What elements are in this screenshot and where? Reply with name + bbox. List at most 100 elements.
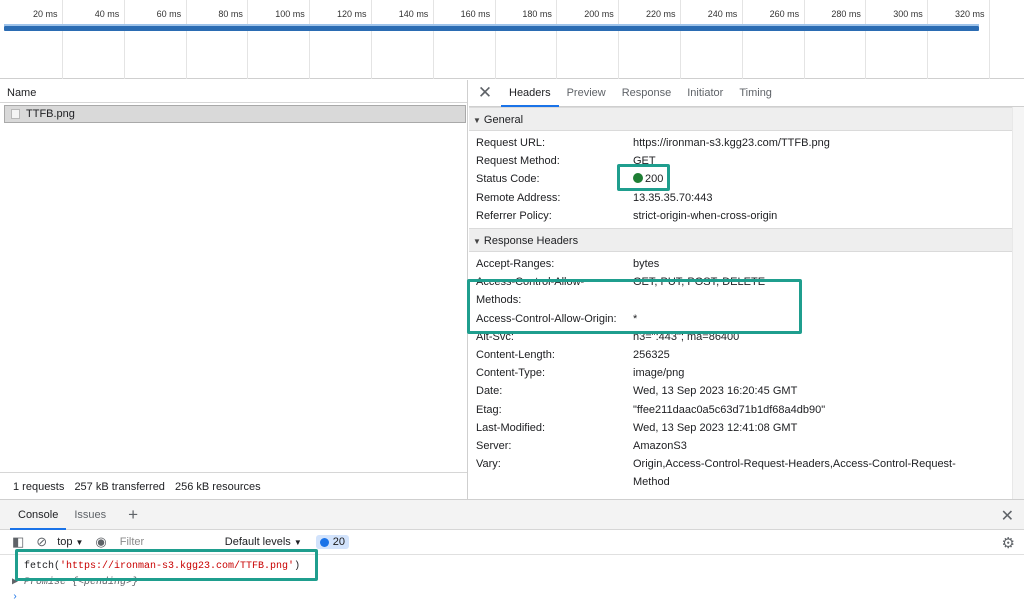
general-section-title: General (483, 114, 524, 126)
timeline-gridline (865, 0, 867, 79)
response-header-row: Access-Control-Allow-Methods: GET, PUT, … (469, 273, 1012, 309)
response-header-row: Access-Control-Allow-Origin: * (469, 310, 1012, 328)
timeline-gridline (62, 0, 63, 79)
header-key: Vary: (476, 458, 501, 471)
code-string-arg: 'https://ironman-s3.kgg23.com/TTFB.png' (60, 561, 295, 572)
tab-issues[interactable]: Issues (66, 500, 114, 529)
timeline-tick-label: 260 ms (769, 9, 800, 19)
tab-response[interactable]: Response (614, 80, 680, 106)
request-row[interactable]: TTFB.png (4, 105, 466, 123)
general-section-header[interactable]: ▼ General (469, 107, 1012, 131)
header-key: Access-Control-Allow-Methods: (476, 276, 585, 307)
timeline-gridline (432, 0, 434, 79)
eye-icon[interactable]: ◉ (95, 534, 106, 550)
tab-preview[interactable]: Preview (559, 80, 614, 106)
request-file-name: TTFB.png (26, 108, 75, 120)
clear-console-icon[interactable]: ⊘ (36, 534, 47, 550)
name-column-header[interactable]: Name (0, 80, 467, 103)
general-list: Request URL: https://ironman-s3.kgg23.co… (469, 131, 1024, 228)
timeline-tick-label: 20 ms (33, 9, 58, 19)
header-value: strict-origin-when-cross-origin (633, 209, 778, 222)
timeline-tick-label: 200 ms (584, 9, 614, 19)
tab-initiator[interactable]: Initiator (679, 80, 731, 106)
timeline-tick-label: 80 ms (218, 9, 243, 19)
timeline-tick-label: 40 ms (94, 9, 120, 19)
summary-transferred: 257 kB transferred (74, 481, 165, 493)
timeline-gridline (371, 0, 372, 79)
status-ok-dot-icon (633, 173, 643, 184)
sidebar-toggle-icon[interactable]: ◧ (12, 534, 24, 550)
response-headers-title: Response Headers (483, 235, 579, 248)
code-suffix: ) (294, 561, 301, 572)
timeline-gridline (618, 0, 620, 79)
timeline-tick-label: 240 ms (707, 9, 738, 19)
timeline-tick-label: 220 ms (646, 9, 676, 19)
network-timeline-overview[interactable]: 20 ms 40 ms 60 ms 80 ms 100 ms 120 ms 140 ms 16… (0, 0, 1024, 79)
header-key: Server: (476, 440, 512, 453)
header-key: Alt-Svc: (476, 330, 514, 343)
timeline-ticks: 20 ms 40 ms 60 ms 80 ms 100 ms 120 ms 140 ms 16… (0, 0, 1024, 79)
triangle-down-icon: ▼ (473, 237, 481, 247)
response-headers-list: Accept-Ranges: bytes Access-Control-Allo… (469, 252, 1024, 492)
header-value: Origin,Access-Control-Request-Headers,Ac… (633, 458, 956, 489)
header-key: Last-Modified: (476, 421, 546, 434)
levels-label: Default levels (224, 536, 291, 548)
status-code-value: 200 (645, 173, 664, 186)
caret-down-icon: ▼ (75, 538, 84, 547)
timeline-request-bar (4, 26, 979, 31)
gear-icon[interactable]: ⚙ (1002, 534, 1015, 552)
timeline-gridline (247, 0, 249, 79)
network-summary-bar: 1 requests 257 kB transferred 256 kB res… (0, 472, 467, 499)
header-key: Referrer Policy: (476, 209, 552, 222)
context-selector[interactable]: top ▼ (57, 536, 83, 548)
console-prompt-icon[interactable]: › (12, 592, 18, 603)
header-value: image/png (633, 367, 685, 380)
timeline-gridline (803, 0, 805, 79)
tab-console[interactable]: Console (10, 500, 67, 530)
issues-count-badge[interactable]: 20 (315, 535, 349, 549)
response-header-row: Alt-Svc: h3=":443"; ma=86400 (469, 328, 1012, 346)
add-tab-plus-icon[interactable]: + (114, 500, 146, 529)
caret-down-icon: ▼ (293, 538, 302, 547)
timeline-tick-label: 320 ms (955, 9, 985, 19)
header-value: Wed, 13 Sep 2023 12:41:08 GMT (633, 421, 798, 434)
details-scrollbar[interactable] (1012, 107, 1024, 499)
header-value: bytes (633, 258, 660, 271)
console-input-line: fetch('https://ironman-s3.kgg23.com/TTFB… (24, 561, 300, 572)
header-value: GET, PUT, POST, DELETE (633, 276, 766, 289)
general-row-request-url: Request URL: https://ironman-s3.kgg23.co… (469, 134, 1012, 152)
response-header-row: Content-Type: image/png (469, 364, 1012, 382)
header-value: * (633, 312, 638, 325)
header-value: https://ironman-s3.kgg23.com/TTFB.png (633, 137, 830, 149)
triangle-down-icon: ▼ (473, 116, 481, 125)
header-key: Date: (476, 385, 503, 398)
timeline-gridline (927, 0, 929, 79)
log-levels-dropdown[interactable]: Default levels ▼ (225, 536, 302, 548)
timeline-gridline (309, 0, 311, 79)
timeline-gridline (185, 0, 187, 79)
response-header-row: Vary: Origin,Access-Control-Request-Head… (469, 455, 1012, 491)
timeline-gridline (494, 0, 496, 79)
timeline-gridline (556, 0, 558, 79)
general-row-remote-address: Remote Address: 13.35.35.70:443 (469, 189, 1012, 207)
issues-count: 20 (332, 536, 345, 548)
console-toolbar: ◧ ⊘ top▼ ◉ Default levels▼ 20 ⚙ (0, 530, 1024, 555)
close-drawer-icon[interactable]: ✕ (1001, 506, 1014, 526)
console-filter-input[interactable] (114, 532, 225, 552)
header-key: Remote Address: (476, 191, 561, 204)
request-details-panel: ✕ Headers Preview Response Initiator Tim… (469, 80, 1024, 499)
timeline-tick-label: 160 ms (460, 9, 491, 19)
response-header-row: Content-Length: 256325 (469, 346, 1012, 364)
timeline-tick-label: 180 ms (522, 9, 552, 19)
header-value: GET (633, 155, 656, 168)
close-icon[interactable]: ✕ (469, 80, 501, 106)
general-row-status-code: Status Code: 200 (469, 170, 1012, 188)
header-key: Content-Type: (476, 367, 546, 380)
timeline-tick-label: 280 ms (831, 9, 861, 19)
details-tab-bar: ✕ Headers Preview Response Initiator Tim… (469, 80, 1024, 107)
tab-timing[interactable]: Timing (731, 80, 780, 106)
tab-headers[interactable]: Headers (501, 80, 559, 107)
response-headers-section-header[interactable]: ▼ Response Headers (469, 228, 1012, 253)
timeline-gridline (741, 0, 743, 79)
console-result-line[interactable]: ▶ Promise {<pending>} (12, 576, 138, 588)
